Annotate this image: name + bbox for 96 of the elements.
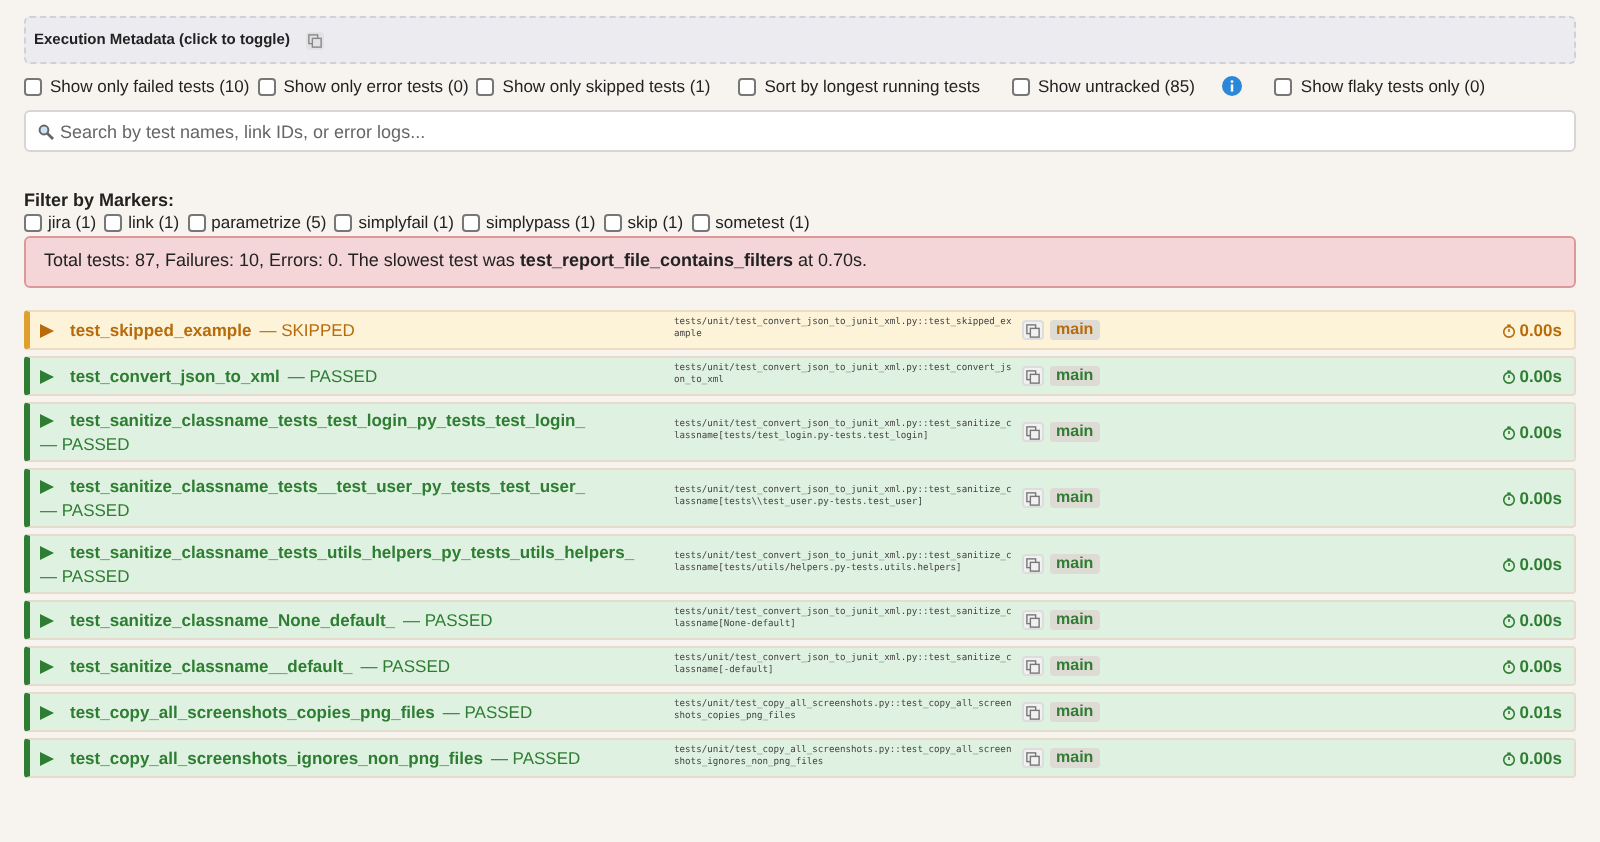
test-name: test_sanitize_classname__default_ xyxy=(70,656,353,676)
branch-badge: main xyxy=(1050,554,1100,574)
stopwatch-icon xyxy=(1501,705,1516,719)
stopwatch-icon xyxy=(1501,425,1516,439)
filter-label[interactable]: Show flaky tests only (0) xyxy=(1300,73,1486,99)
test-status: — PASSED xyxy=(490,748,581,768)
filter-label[interactable]: Show only failed tests (10) xyxy=(50,73,250,99)
marker-label[interactable]: simplypass (1) xyxy=(485,212,596,232)
info-icon[interactable] xyxy=(1222,76,1243,96)
copy-button[interactable] xyxy=(1022,656,1044,676)
test-duration: 0.00s xyxy=(1519,363,1562,389)
markers-title: Filter by Markers: xyxy=(24,190,177,212)
test-status: — SKIPPED xyxy=(259,320,355,340)
test-name: test_copy_all_screenshots_copies_png_files xyxy=(70,702,435,722)
test-status: — PASSED xyxy=(403,610,493,630)
copy-button[interactable] xyxy=(1022,422,1044,442)
copy-button[interactable] xyxy=(1022,554,1044,574)
checkbox[interactable] xyxy=(1274,77,1293,95)
stopwatch-icon xyxy=(1501,751,1516,765)
checkbox[interactable] xyxy=(187,213,206,231)
search-field[interactable]: Search by test names, link IDs, or error logs... xyxy=(24,110,1576,152)
test-row[interactable] xyxy=(24,534,1576,594)
test-status: — PASSED xyxy=(287,366,378,386)
stopwatch-icon xyxy=(1501,491,1516,505)
test-duration: 0.00s xyxy=(1519,745,1562,771)
expand-arrow-icon[interactable] xyxy=(40,369,54,383)
branch-badge: main xyxy=(1050,656,1100,676)
marker-label[interactable]: skip (1) xyxy=(627,212,684,232)
summary-text: Total tests: 87, Failures: 10, Errors: 0. The slowest test was test_report_file_contains_filters at 0.70s. xyxy=(44,248,868,275)
copy-button[interactable] xyxy=(1022,702,1044,722)
checkbox[interactable] xyxy=(461,213,480,231)
stopwatch-icon xyxy=(1501,557,1516,571)
branch-badge: main xyxy=(1050,488,1100,508)
test-name: test_sanitize_classname_tests__test_user_py_tests_test_user_ xyxy=(70,476,586,496)
marker-label[interactable]: jira (1) xyxy=(48,212,97,232)
copy-icon[interactable] xyxy=(305,31,324,49)
test-duration: 0.00s xyxy=(1519,653,1562,679)
marker-label[interactable]: sometest (1) xyxy=(715,212,810,232)
branch-badge: main xyxy=(1050,320,1100,340)
test-duration: 0.00s xyxy=(1519,485,1562,511)
marker-label[interactable]: link (1) xyxy=(128,212,180,232)
checkbox[interactable] xyxy=(24,213,42,231)
copy-button[interactable] xyxy=(1022,320,1044,340)
test-duration: 0.01s xyxy=(1519,699,1562,725)
checkbox[interactable] xyxy=(104,213,123,231)
marker-label[interactable]: simplyfail (1) xyxy=(358,212,454,232)
checkbox[interactable] xyxy=(603,213,622,231)
checkbox[interactable] xyxy=(476,77,495,95)
checkbox[interactable] xyxy=(257,77,276,95)
branch-badge: main xyxy=(1050,702,1100,722)
test-name: test_sanitize_classname_None_default_ xyxy=(70,610,396,630)
checkbox[interactable] xyxy=(334,213,353,231)
test-name: test_sanitize_classname_tests_test_login_py_tests_test_login_ xyxy=(70,410,585,430)
test-name: test_convert_json_to_xml xyxy=(70,366,280,386)
branch-badge: main xyxy=(1050,422,1100,442)
filter-label[interactable]: Show only error tests (0) xyxy=(283,73,469,99)
copy-button[interactable] xyxy=(1022,748,1044,768)
test-duration: 0.00s xyxy=(1519,607,1562,633)
marker-label[interactable]: parametrize (5) xyxy=(211,212,327,232)
test-duration: 0.00s xyxy=(1519,551,1562,577)
copy-button[interactable] xyxy=(1022,610,1044,630)
test-status: — PASSED xyxy=(40,566,130,586)
checkbox[interactable] xyxy=(691,213,710,231)
search-icon xyxy=(38,123,54,139)
test-name: test_skipped_example xyxy=(70,320,252,340)
test-duration: 0.00s xyxy=(1519,317,1562,343)
checkbox[interactable] xyxy=(1011,77,1030,95)
stopwatch-icon xyxy=(1501,369,1516,383)
expand-arrow-icon[interactable] xyxy=(40,705,54,719)
expand-arrow-icon[interactable] xyxy=(40,413,54,427)
test-status: — PASSED xyxy=(360,656,450,676)
branch-badge: main xyxy=(1050,366,1100,386)
filter-label[interactable]: Sort by longest running tests xyxy=(764,73,980,99)
test-status: — PASSED xyxy=(40,500,130,520)
test-name: test_copy_all_screenshots_ignores_non_png_files xyxy=(70,748,483,768)
expand-arrow-icon[interactable] xyxy=(40,323,54,337)
stopwatch-icon xyxy=(1501,659,1516,673)
branch-badge: main xyxy=(1050,610,1100,630)
checkbox[interactable] xyxy=(24,77,42,95)
expand-arrow-icon[interactable] xyxy=(40,659,54,673)
filter-label[interactable]: Show untracked (85) xyxy=(1037,73,1195,99)
copy-button[interactable] xyxy=(1022,366,1044,386)
test-duration: 0.00s xyxy=(1519,419,1562,445)
expand-arrow-icon[interactable] xyxy=(40,613,54,627)
test-status: — PASSED xyxy=(442,702,533,722)
stopwatch-icon xyxy=(1501,323,1516,337)
copy-button[interactable] xyxy=(1022,488,1044,508)
test-name: test_sanitize_classname_tests_utils_helpers_py_tests_utils_helpers_ xyxy=(70,542,635,562)
checkbox[interactable] xyxy=(738,77,757,95)
stopwatch-icon xyxy=(1501,613,1516,627)
expand-arrow-icon[interactable] xyxy=(40,545,54,559)
expand-arrow-icon[interactable] xyxy=(40,479,54,493)
branch-badge: main xyxy=(1050,748,1100,768)
test-status: — PASSED xyxy=(40,434,130,454)
expand-arrow-icon[interactable] xyxy=(40,751,54,765)
filter-label[interactable]: Show only skipped tests (1) xyxy=(502,73,711,99)
